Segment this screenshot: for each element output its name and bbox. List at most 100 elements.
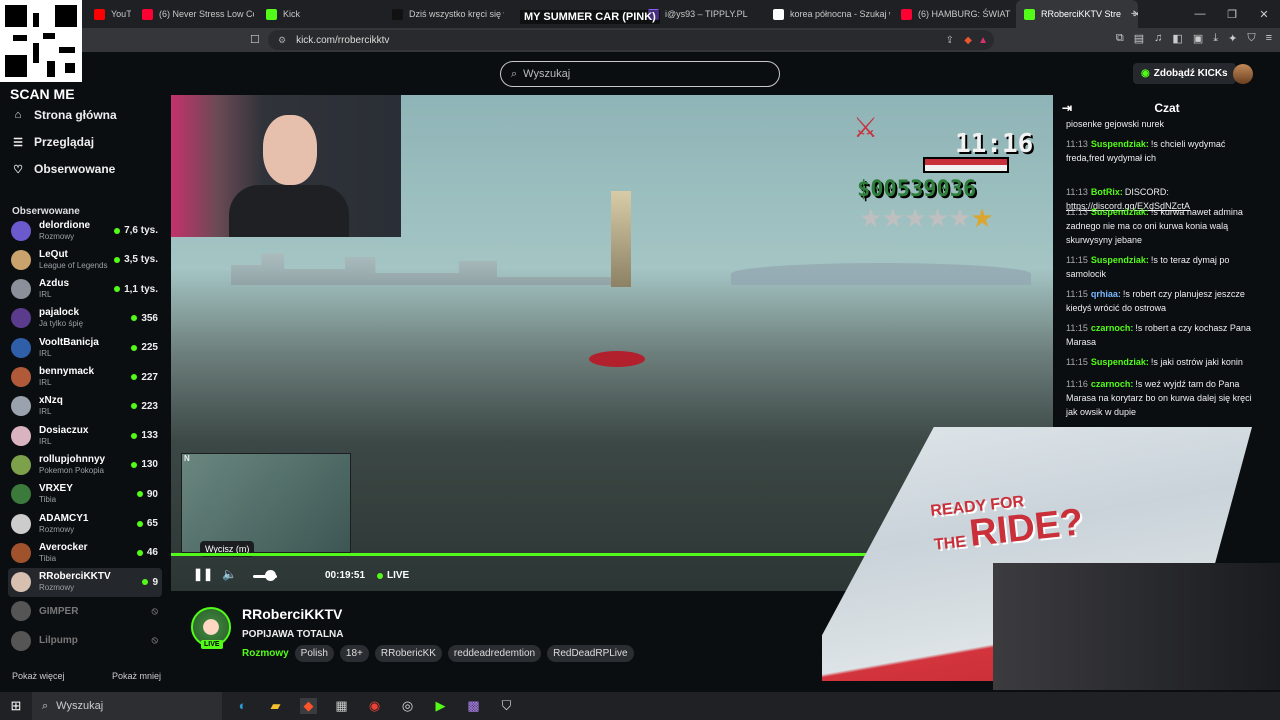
chat-username[interactable]: Suspendziak:	[1091, 357, 1149, 367]
live-label: LIVE	[387, 570, 410, 581]
user-avatar[interactable]	[1233, 64, 1253, 84]
chat-username[interactable]: qrhiaa:	[1091, 289, 1121, 299]
sidebar-channel[interactable]: Averocker Tibia 46	[8, 538, 162, 567]
show-more-button[interactable]: Pokaż więcej	[12, 671, 65, 681]
live-dot	[377, 572, 383, 579]
browser-tab[interactable]: Dziś wszystko kręci się wo	[384, 0, 504, 28]
browser-tab[interactable]: Kick	[258, 0, 378, 28]
sidebar-channel[interactable]: xNzq IRL 223	[8, 392, 162, 421]
channel-viewers: 133	[131, 430, 158, 441]
stream-category[interactable]: Rozmowy	[242, 648, 289, 659]
channel-name[interactable]: RRoberciKKTV	[242, 606, 342, 622]
chat-text: !s jaki ostrów jaki konin	[1150, 357, 1243, 367]
sidebar-channel[interactable]: Azdus IRL 1,1 tys.	[8, 275, 162, 304]
show-less-button[interactable]: Pokaż mniej	[112, 671, 161, 681]
stream-tag[interactable]: RRobericKK	[374, 645, 442, 662]
brave-icon[interactable]: ◆	[300, 698, 317, 714]
leo-icon[interactable]: ✦	[1228, 32, 1237, 45]
channel-category: Rozmowy	[39, 524, 75, 534]
app-icon-5[interactable]: ⛉	[498, 698, 515, 714]
sidebar-channel[interactable]: LeQut League of Legends 3,5 tys.	[8, 245, 162, 274]
channel-category: IRL	[39, 436, 52, 446]
sidebar-channel[interactable]: VooltBanicja IRL 225	[8, 333, 162, 362]
get-kicks-button[interactable]: ◉ Zdobądź KICKs	[1133, 63, 1236, 84]
bookmark-icon[interactable]: ☐	[250, 33, 260, 46]
explorer-icon[interactable]: ▰	[267, 698, 284, 714]
channel-name: Azdus	[39, 278, 69, 290]
stream-tag[interactable]: RedDeadRPLive	[547, 645, 634, 662]
volume-icon[interactable]: 🔈	[222, 567, 237, 581]
download-icon[interactable]: ⤓	[1213, 32, 1218, 45]
stream-tag[interactable]: reddeadredemtion	[447, 645, 542, 662]
wallet-icon[interactable]: ▣	[1193, 32, 1203, 45]
taskbar-search[interactable]: ⌕ Wyszukaj	[32, 692, 222, 720]
app-icon-3[interactable]: ▶	[432, 698, 449, 714]
stream-tag[interactable]: 18+	[339, 645, 369, 662]
search-input[interactable]: ⌕ Wyszukaj	[500, 61, 780, 87]
sidebar-icon[interactable]: ▤	[1134, 32, 1144, 45]
sidebar-channel[interactable]: delordione Rozmowy 7,6 tys.	[8, 216, 162, 245]
brave-rewards-icon[interactable]: ▲	[978, 35, 988, 46]
vpn-icon[interactable]: ⛉	[1247, 32, 1255, 45]
edge-icon[interactable]: ◐	[234, 698, 251, 714]
sidebar-channel[interactable]: rollupjohnnyy Pokemon Pokopia 130	[8, 450, 162, 479]
reading-icon[interactable]: ◧	[1172, 32, 1182, 45]
start-icon[interactable]: ⊞	[0, 698, 32, 714]
viewer-count: 227	[141, 371, 158, 383]
channel-name: RRoberciKKTV	[39, 571, 111, 583]
sidebar-channel[interactable]: VRXEY Tibia 90	[8, 480, 162, 509]
sidebar-channel[interactable]: bennymack IRL 227	[8, 363, 162, 392]
sidebar-channel[interactable]: Lilpump ⦸	[8, 626, 162, 655]
sidebar-nav-item[interactable]: ♡ Obserwowane	[12, 162, 115, 176]
app-icon-4[interactable]: ▩	[465, 698, 482, 714]
tab-label: Kick	[283, 9, 301, 19]
address-bar: ☐ ⚙ kick.com/rrobercikktv ⇪ ◆ ▲ ⧉ ▤ ♫ ◧ …	[0, 28, 1280, 52]
extensions-icon[interactable]: ⧉	[1116, 32, 1124, 45]
channel-category: Tibia	[39, 495, 57, 505]
channel-text: xNzq IRL	[39, 395, 131, 417]
site-info-icon[interactable]: ⚙	[278, 35, 286, 46]
share-icon[interactable]: ⇪	[946, 35, 954, 46]
stream-tag[interactable]: Polish	[294, 645, 334, 662]
channel-name: xNzq	[39, 395, 63, 407]
menu-icon[interactable]: ≡	[1266, 32, 1272, 45]
tag-list: Polish 18+ RRobericKK reddeadredemtion RedDe…	[294, 645, 634, 662]
sidebar-channel[interactable]: RRoberciKKTV Rozmowy 9	[8, 567, 162, 597]
chat-username[interactable]: BotRix:	[1091, 187, 1123, 197]
chat-username[interactable]: Suspendziak:	[1091, 139, 1149, 149]
maximize-icon[interactable]: ❐	[1216, 8, 1248, 21]
sidebar-channel[interactable]: ADAMCY1 Rozmowy 65	[8, 509, 162, 538]
browser-tab[interactable]: korea północna - Szukaj w	[765, 0, 890, 28]
channel-avatar	[11, 484, 31, 505]
close-window-icon[interactable]: ✕	[1248, 8, 1280, 21]
sidebar-channel[interactable]: pajalock Ja tylko śpię 356	[8, 304, 162, 333]
chat-message: piosenke gejowski nurek	[1066, 117, 1262, 131]
chat-username[interactable]: czarnoch:	[1091, 323, 1134, 333]
channel-name: bennymack	[39, 366, 95, 377]
volume-knob[interactable]	[265, 570, 276, 581]
chat-username[interactable]: Suspendziak:	[1091, 207, 1149, 217]
tab-favicon-icon	[266, 8, 277, 20]
sidebar-channel[interactable]: Dosiaczux IRL 133	[8, 421, 162, 450]
url-field[interactable]: ⚙ kick.com/rrobercikktv ⇪ ◆ ▲	[268, 30, 994, 50]
stream-overlay-title: MY SUMMER CAR (PINK)	[520, 10, 660, 24]
chrome-icon[interactable]: ◉	[366, 698, 383, 714]
app-icon-2[interactable]: ◎	[399, 698, 416, 714]
channel-text: Lilpump	[39, 635, 151, 646]
browser-tab[interactable]: YouTube	[86, 0, 131, 28]
app-icon-1[interactable]: ▦	[333, 698, 350, 714]
minimize-icon[interactable]: —	[1184, 8, 1216, 20]
sidebar-nav-item[interactable]: ☰ Przeglądaj	[12, 135, 94, 149]
browser-tab[interactable]: (6) HAMBURG: ŚWIAT UZA	[893, 0, 1011, 28]
sidebar-nav-item[interactable]: ⌂ Strona główna	[12, 108, 117, 122]
sidebar-channel[interactable]: GIMPER ⦸	[8, 597, 162, 626]
chat-username[interactable]: Suspendziak:	[1091, 255, 1149, 265]
streamer-pip-overlay	[993, 563, 1280, 690]
chat-username[interactable]: czarnoch:	[1091, 379, 1134, 389]
media-icon[interactable]: ♫	[1154, 32, 1162, 45]
new-tab-icon[interactable]: +	[1118, 8, 1150, 20]
brave-shield-icon[interactable]: ◆	[964, 35, 972, 46]
live-dot	[114, 227, 121, 234]
pause-icon[interactable]: ❚❚	[193, 567, 213, 581]
browser-tab[interactable]: (6) Never Stress Low Cortis	[134, 0, 254, 28]
